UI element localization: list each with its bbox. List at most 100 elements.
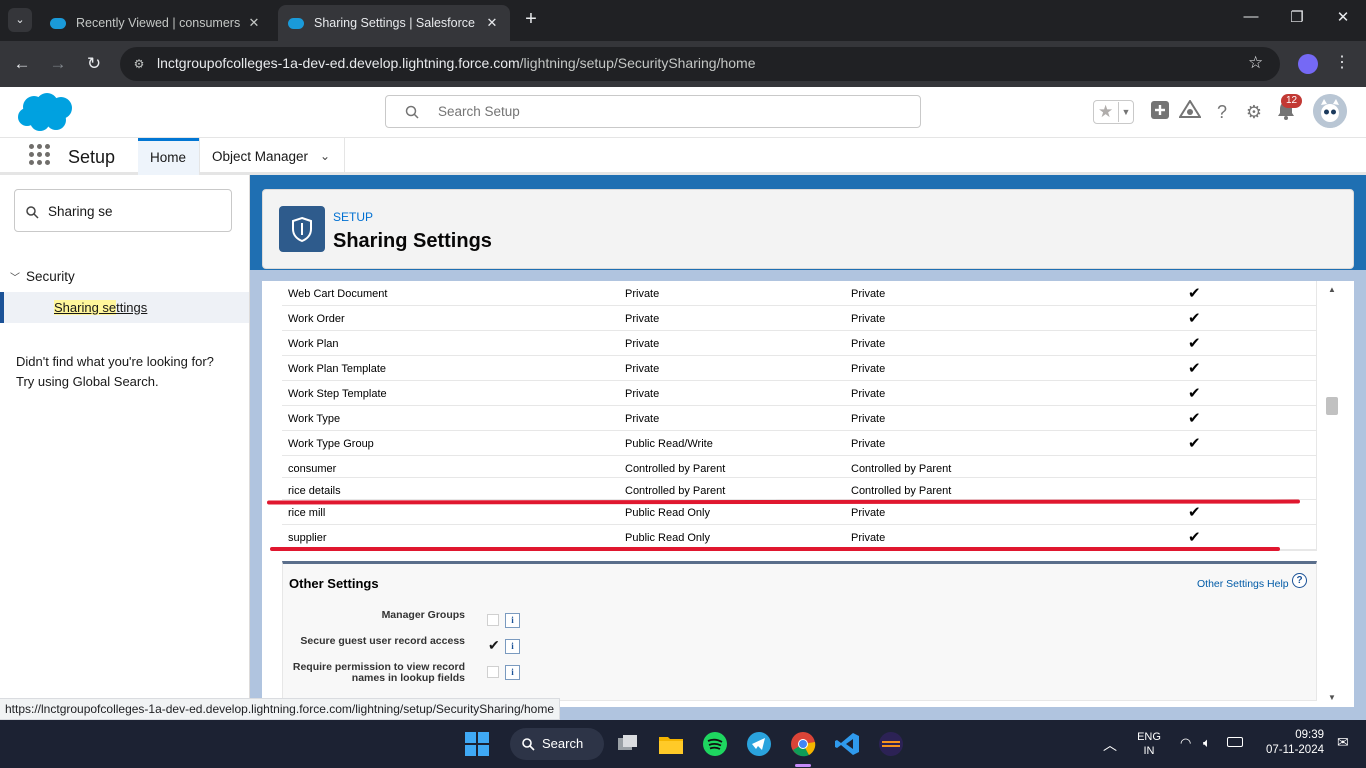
tab-object-manager[interactable]: Object Manager ⌄ [199, 138, 345, 175]
org-wide-defaults-rows: Web Cart Document Private Private ✔ Work Ord… [282, 281, 1316, 550]
table-row: Work Order Private Private ✔ [282, 306, 1316, 331]
grant-access-hierarchy-cell: ✔ [1188, 310, 1201, 327]
wifi-icon[interactable]: ◠ [1180, 735, 1191, 751]
help-question-icon[interactable]: ? [1210, 100, 1234, 124]
vscode-icon[interactable] [833, 730, 861, 758]
info-icon[interactable]: i [505, 639, 520, 654]
object-name-cell: rice details [288, 485, 341, 497]
no-results-help-text: Didn't find what you're looking for? Try… [16, 352, 214, 392]
browser-tab-sharing-settings[interactable]: Sharing Settings | Salesforce ✕ [278, 5, 510, 41]
default-external-access-cell: Controlled by Parent [851, 463, 952, 475]
grant-access-hierarchy-cell: ✔ [1188, 435, 1201, 452]
manager-groups-checkbox[interactable] [487, 614, 499, 626]
url-text[interactable]: lnctgroupofcolleges-1a-dev-ed.develop.li… [157, 55, 755, 71]
help-question-icon[interactable]: ? [1292, 573, 1307, 588]
eclipse-icon[interactable] [877, 730, 905, 758]
language-indicator[interactable]: ENG IN [1134, 730, 1164, 758]
chevron-down-icon[interactable]: ﹀ [10, 269, 26, 284]
notification-center-icon[interactable]: ✉ [1337, 734, 1349, 751]
chevron-down-icon[interactable]: ⌄ [320, 138, 330, 175]
task-view-icon[interactable] [614, 730, 642, 758]
tab-search-dropdown-icon[interactable]: ⌄ [8, 8, 32, 32]
table-row: Work Type Group Public Read/Write Private ✔ [282, 431, 1316, 456]
app-launcher-icon[interactable] [29, 144, 51, 166]
maximize-window-icon[interactable]: ❐ [1274, 8, 1320, 26]
default-internal-access-cell: Public Read/Write [625, 438, 713, 450]
clock-time: 09:39 [1295, 729, 1324, 741]
file-explorer-icon[interactable] [657, 730, 685, 758]
address-bar[interactable]: ⚙ lnctgroupofcolleges-1a-dev-ed.develop.… [120, 47, 1280, 81]
quick-find-input[interactable]: Sharing se [14, 189, 232, 232]
tab-home[interactable]: Home [138, 138, 199, 175]
salesforce-logo[interactable] [16, 92, 74, 132]
table-row: Work Plan Template Private Private ✔ [282, 356, 1316, 381]
secure-guest-access-checkbox[interactable]: ✔ [487, 638, 500, 652]
user-avatar[interactable] [1313, 94, 1347, 128]
close-window-icon[interactable]: ✕ [1320, 8, 1366, 26]
scrollbar-thumb[interactable] [1326, 397, 1338, 415]
bookmark-star-icon[interactable]: ☆ [1248, 53, 1263, 73]
tree-node-security[interactable]: ﹀ Security [10, 269, 75, 284]
forward-arrow-icon[interactable]: → [46, 52, 70, 76]
default-external-access-cell: Private [851, 438, 886, 450]
setup-search-input[interactable]: Search Setup [385, 95, 921, 128]
scroll-up-arrow-icon[interactable]: ▲ [1327, 285, 1337, 294]
battery-icon[interactable] [1227, 737, 1243, 747]
taskbar-clock[interactable]: 09:39 07-11-2024 [1260, 728, 1324, 758]
language-line-1: ENG [1137, 731, 1161, 743]
page-eyebrow[interactable]: SETUP [333, 210, 373, 224]
default-internal-access-cell: Private [625, 413, 660, 425]
profile-avatar-icon[interactable] [1298, 54, 1318, 74]
setup-sidebar: Sharing se ﹀ Security Sharing settings Di… [0, 175, 250, 720]
browser-tab-recently-viewed[interactable]: Recently Viewed | consumers | S ✕ [40, 5, 272, 41]
require-permission-checkbox[interactable] [487, 666, 499, 678]
other-settings-help-link[interactable]: Other Settings Help [1197, 578, 1289, 590]
chrome-icon[interactable] [789, 730, 817, 758]
quick-find-value: Sharing se [48, 204, 113, 219]
default-external-access-cell: Private [851, 388, 886, 400]
info-icon[interactable]: i [505, 665, 520, 680]
sidebar-item-sharing-settings[interactable]: Sharing settings [0, 292, 249, 323]
trailhead-guidance-icon[interactable] [1178, 99, 1202, 124]
taskbar-search-button[interactable]: Search [510, 728, 604, 760]
back-arrow-icon[interactable]: ← [10, 52, 34, 76]
grant-access-hierarchy-cell: ✔ [1188, 410, 1201, 427]
show-hidden-icons-chevron-icon[interactable]: ︿ [1103, 735, 1117, 755]
setting-label: Secure guest user record access [265, 636, 465, 647]
default-external-access-cell: Private [851, 363, 886, 375]
tab-title: Sharing Settings | Salesforce [314, 16, 475, 30]
scroll-down-arrow-icon[interactable]: ▼ [1327, 693, 1337, 702]
default-external-access-cell: Private [851, 288, 886, 300]
grant-access-hierarchy-cell: ✔ [1188, 529, 1201, 546]
favorites-star-icon: ★ [1098, 102, 1114, 121]
frame-scrollbar[interactable]: ▲ ▼ [1323, 281, 1341, 707]
setting-label-text: Secure guest user record access [300, 635, 465, 647]
windows-start-icon[interactable] [463, 730, 491, 758]
clock-date: 07-11-2024 [1266, 744, 1324, 756]
favorites-dropdown-icon[interactable]: ▼ [1118, 102, 1133, 122]
other-settings-section: Other Settings Other Settings Help ? Man… [282, 561, 1317, 701]
setting-label-text: Manager Groups [381, 609, 465, 621]
spotify-icon[interactable] [701, 730, 729, 758]
new-tab-icon[interactable]: + [520, 8, 542, 31]
telegram-icon[interactable] [745, 730, 773, 758]
grant-access-hierarchy-cell: ✔ [1188, 335, 1201, 352]
info-icon[interactable]: i [505, 613, 520, 628]
browser-toolbar: ← → ↻ ⚙ lnctgroupofcolleges-1a-dev-ed.de… [0, 41, 1366, 87]
sidebar-item-label[interactable]: Sharing settings [54, 300, 147, 315]
no-results-line-2: Try using Global Search. [16, 374, 159, 389]
favorites-button[interactable]: ★ ▼ [1093, 100, 1134, 124]
reload-icon[interactable]: ↻ [82, 52, 106, 76]
setup-gear-icon[interactable]: ⚙ [1242, 100, 1266, 124]
minimize-window-icon[interactable]: — [1228, 8, 1274, 25]
salesforce-favicon-icon [50, 17, 66, 29]
status-bar-url: https://lnctgroupofcolleges-1a-dev-ed.de… [0, 698, 560, 720]
object-name-cell: Work Plan [288, 338, 339, 350]
global-actions-plus-icon[interactable] [1148, 100, 1172, 124]
volume-icon[interactable]: 🔈︎ [1203, 735, 1211, 751]
browser-menu-icon[interactable]: ⋮ [1334, 52, 1350, 72]
close-tab-icon[interactable]: ✕ [246, 15, 262, 31]
close-tab-icon[interactable]: ✕ [484, 15, 500, 31]
default-internal-access-cell: Private [625, 288, 660, 300]
site-info-icon[interactable]: ⚙ [130, 55, 148, 73]
